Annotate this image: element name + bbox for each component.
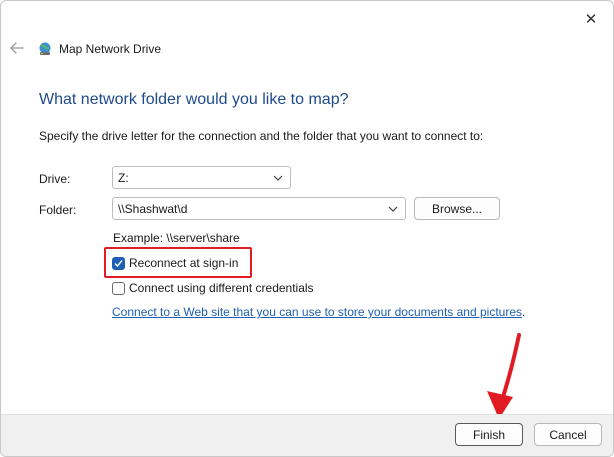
folder-value: \\Shashwat\d <box>118 201 188 216</box>
drive-label: Drive: <box>39 172 71 186</box>
credentials-checkbox-row[interactable]: Connect using different credentials <box>112 281 314 295</box>
reconnect-label: Reconnect at sign-in <box>129 256 239 270</box>
map-network-drive-dialog: ✕ Map Network Drive What network folder … <box>0 0 614 457</box>
close-button[interactable]: ✕ <box>579 9 603 29</box>
chevron-down-icon <box>273 175 283 181</box>
dialog-footer: Finish Cancel <box>1 414 613 456</box>
close-icon: ✕ <box>584 11 598 28</box>
dialog-title: Map Network Drive <box>59 42 162 56</box>
folder-combobox[interactable]: \\Shashwat\d <box>112 197 406 220</box>
drive-select[interactable]: Z: <box>112 166 291 189</box>
web-site-link[interactable]: Connect to a Web site that you can use t… <box>112 305 522 319</box>
browse-button[interactable]: Browse... <box>414 197 500 220</box>
intro-text: Specify the drive letter for the connect… <box>39 129 484 143</box>
credentials-checkbox[interactable] <box>112 281 125 295</box>
finish-button[interactable]: Finish <box>455 423 523 446</box>
folder-label: Folder: <box>39 203 77 217</box>
credentials-label: Connect using different credentials <box>129 281 314 295</box>
drive-value: Z: <box>118 170 129 185</box>
back-button[interactable] <box>7 39 27 57</box>
back-arrow-icon <box>10 42 24 54</box>
annotation-arrow-icon <box>487 333 521 419</box>
cancel-button[interactable]: Cancel <box>534 423 602 446</box>
checkmark-icon <box>114 259 123 267</box>
chevron-down-icon <box>388 206 398 212</box>
web-link-row: Connect to a Web site that you can use t… <box>112 305 525 319</box>
web-link-period: . <box>522 305 526 319</box>
network-drive-icon <box>39 42 51 55</box>
reconnect-checkbox[interactable] <box>112 256 125 270</box>
page-heading: What network folder would you like to ma… <box>39 91 349 108</box>
example-text: Example: \\server\share <box>113 231 240 245</box>
reconnect-checkbox-row[interactable]: Reconnect at sign-in <box>112 256 238 270</box>
title-bar: Map Network Drive <box>37 39 161 59</box>
